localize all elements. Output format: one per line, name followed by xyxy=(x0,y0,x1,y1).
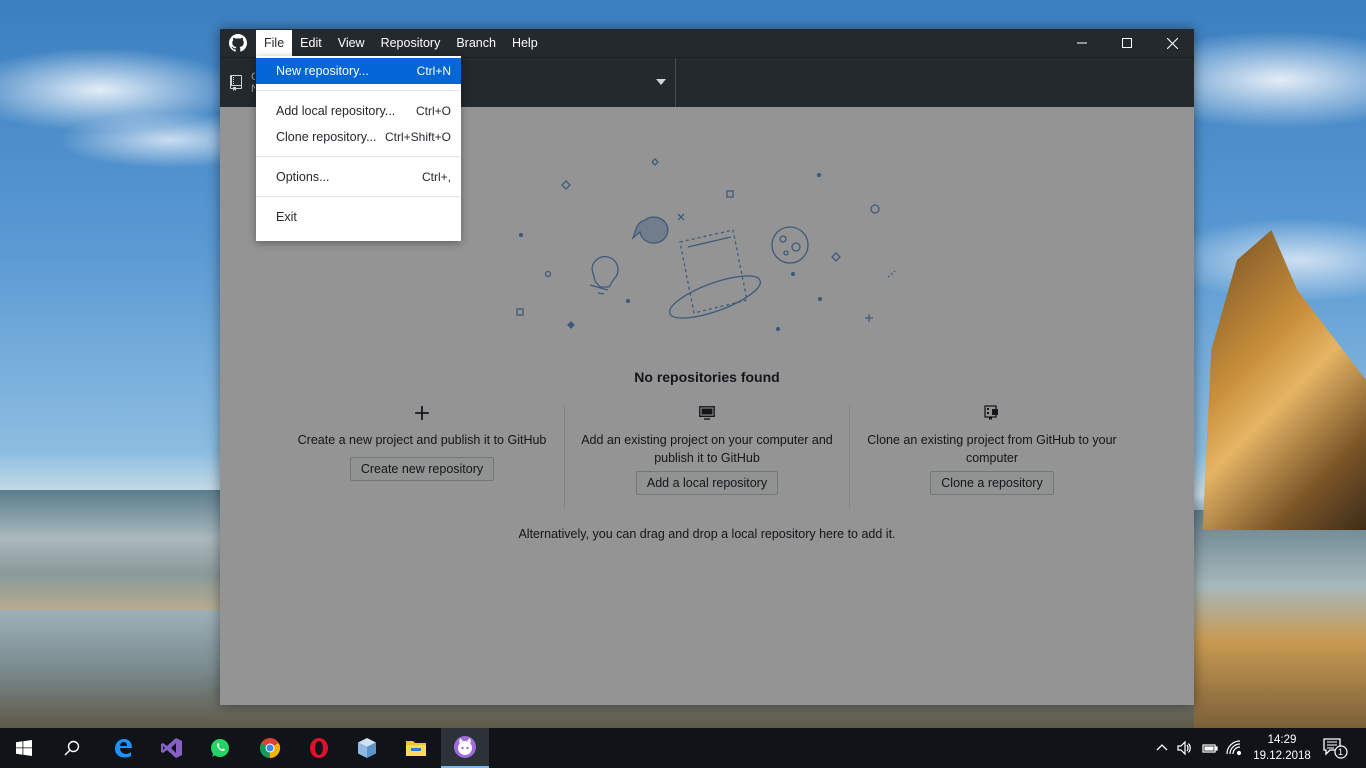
close-icon xyxy=(1166,37,1178,49)
minimize-icon xyxy=(1077,42,1087,44)
taskbar-chrome[interactable] xyxy=(246,728,294,768)
menu-view[interactable]: View xyxy=(330,29,373,57)
repo-label-fragment: C N xyxy=(251,71,255,95)
file-explorer-icon xyxy=(406,741,426,756)
file-menu-dropdown: New repository... Ctrl+N Add local repos… xyxy=(256,56,461,241)
volume-icon[interactable] xyxy=(1176,740,1192,756)
taskbar-edge[interactable] xyxy=(99,728,147,768)
menu-item-exit[interactable]: Exit xyxy=(256,204,461,230)
visual-studio-icon xyxy=(161,738,182,758)
maximize-icon xyxy=(1122,38,1132,48)
menu-item-shortcut: Ctrl+O xyxy=(415,104,451,118)
menu-item-label: Add local repository... xyxy=(276,104,396,118)
windows-taskbar: 14:29 19.12.2018 1 xyxy=(0,728,1366,768)
github-logo-icon[interactable] xyxy=(229,34,247,52)
whatsapp-icon xyxy=(211,739,229,757)
menu-help[interactable]: Help xyxy=(504,29,546,57)
taskbar-github-desktop[interactable] xyxy=(441,728,489,768)
taskbar-visual-studio[interactable] xyxy=(148,728,196,768)
menu-item-new-repository[interactable]: New repository... Ctrl+N xyxy=(256,58,461,84)
taskbar-file-explorer[interactable] xyxy=(392,728,440,768)
clock-date: 19.12.2018 xyxy=(1253,750,1311,762)
chrome-icon xyxy=(259,738,281,759)
virtualbox-icon xyxy=(358,738,376,758)
menu-bar: File Edit View Repository Branch Help xyxy=(256,29,546,57)
menu-item-shortcut: Ctrl+Shift+O xyxy=(384,130,451,144)
menu-item-options[interactable]: Options... Ctrl+, xyxy=(256,164,461,190)
menu-item-label: Options... xyxy=(276,170,330,184)
action-center-button[interactable]: 1 xyxy=(1322,736,1348,760)
menu-item-shortcut: Ctrl+, xyxy=(421,170,451,184)
notification-icon xyxy=(1323,738,1348,759)
menu-item-label: New repository... xyxy=(276,64,369,78)
github-desktop-icon xyxy=(454,736,476,758)
notification-count-badge: 1 xyxy=(1338,747,1344,757)
menu-separator xyxy=(256,156,461,157)
menu-repository[interactable]: Repository xyxy=(373,29,449,57)
opera-icon xyxy=(310,738,328,758)
taskbar-whatsapp[interactable] xyxy=(196,728,244,768)
wifi-icon[interactable] xyxy=(1226,740,1242,756)
menu-file[interactable]: File xyxy=(256,30,293,57)
taskbar-opera[interactable] xyxy=(295,728,343,768)
repo-icon xyxy=(230,75,242,91)
menu-branch[interactable]: Branch xyxy=(448,29,504,57)
edge-icon xyxy=(115,739,132,758)
start-icon xyxy=(16,740,32,756)
chevron-down-icon xyxy=(656,79,666,85)
maximize-button[interactable] xyxy=(1104,29,1150,57)
battery-icon[interactable] xyxy=(1202,740,1218,756)
start-button[interactable] xyxy=(0,728,48,768)
clock-time: 14:29 xyxy=(1267,734,1297,746)
menu-separator xyxy=(256,90,461,91)
menu-item-clone-repository[interactable]: Clone repository... Ctrl+Shift+O xyxy=(256,124,461,150)
menu-edit[interactable]: Edit xyxy=(292,29,330,57)
close-button[interactable] xyxy=(1149,29,1195,57)
menu-item-shortcut: Ctrl+N xyxy=(416,64,451,78)
chevron-up-icon[interactable] xyxy=(1154,740,1170,756)
search-icon xyxy=(64,740,80,756)
menu-item-label: Exit xyxy=(276,210,297,224)
taskbar-clock[interactable]: 14:29 19.12.2018 xyxy=(1246,732,1318,764)
menu-item-label: Clone repository... xyxy=(276,130,377,144)
title-bar: File Edit View Repository Branch Help xyxy=(220,29,1194,57)
menu-separator xyxy=(256,196,461,197)
taskbar-virtualbox[interactable] xyxy=(343,728,391,768)
menu-item-add-local-repository[interactable]: Add local repository... Ctrl+O xyxy=(256,98,461,124)
wallpaper-sea-right xyxy=(1194,510,1366,728)
wallpaper-sea-left xyxy=(0,490,220,610)
minimize-button[interactable] xyxy=(1059,29,1105,57)
taskbar-search-button[interactable] xyxy=(48,728,96,768)
